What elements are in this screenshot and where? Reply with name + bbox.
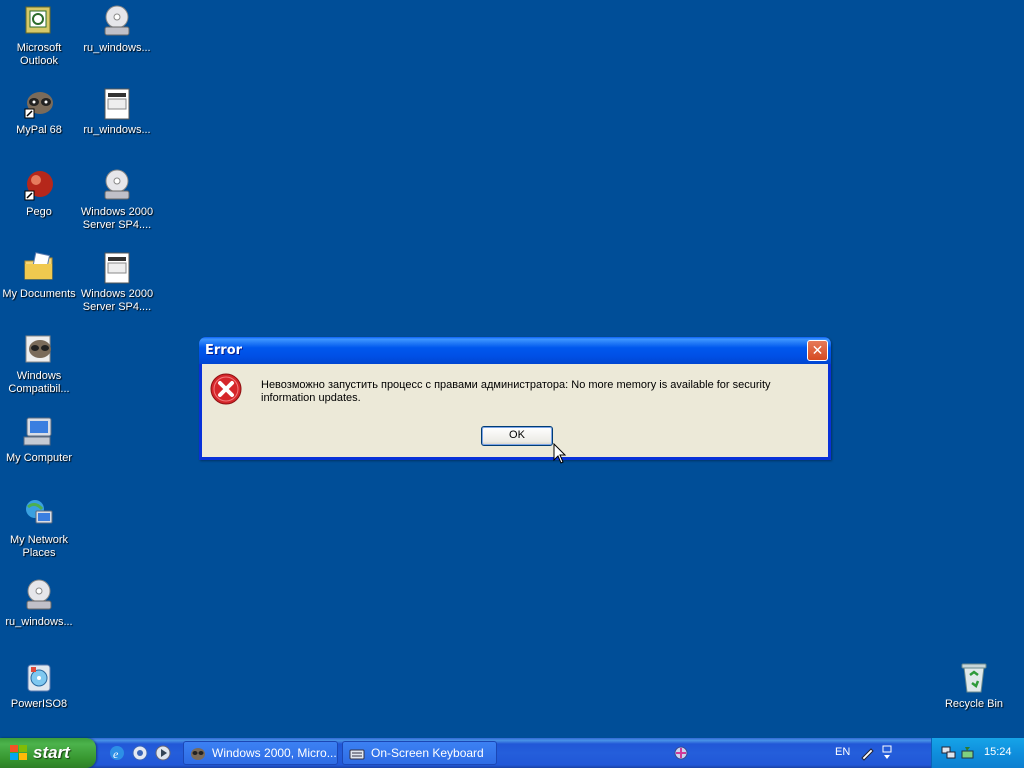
dialog-title: Error: [205, 343, 243, 358]
desktop-icon-mypal[interactable]: MyPal 68: [0, 85, 78, 137]
desktop-icon-label: Windows 2000 Server SP4....: [80, 206, 154, 231]
cd-drive-icon: [22, 579, 56, 613]
task-label: Windows 2000, Micro...: [212, 746, 337, 760]
taskbar-task-windows2000[interactable]: Windows 2000, Micro...: [183, 741, 338, 765]
ok-button[interactable]: OK: [481, 426, 553, 446]
pen-icon[interactable]: [859, 745, 875, 761]
media-player-icon[interactable]: [154, 744, 172, 762]
desktop-icon-pego[interactable]: Pego: [0, 167, 78, 219]
desktop-icon-label: Pego: [26, 206, 52, 218]
close-icon: ✕: [811, 342, 824, 358]
raccoon-icon: [22, 333, 56, 367]
dialog-message: Невозможно запустить процесс с правами а…: [261, 379, 771, 404]
desktop-icon-label: Windows 2000 Server SP4....: [80, 288, 154, 313]
taskbar-task-onscreen-keyboard[interactable]: On-Screen Keyboard: [342, 741, 497, 765]
document-window-icon: [100, 251, 134, 285]
desktop-icon-win2000-sp4-doc[interactable]: Windows 2000 Server SP4....: [78, 249, 156, 314]
desktop-icon-win2000-sp4-cd[interactable]: Windows 2000 Server SP4....: [78, 167, 156, 232]
network-connections-icon[interactable]: [941, 745, 956, 760]
options-icon[interactable]: [880, 744, 894, 760]
desktop-icon-label: My Documents: [2, 288, 76, 300]
network-status-icon[interactable]: [672, 744, 690, 762]
desktop-icon-label: Microsoft Outlook: [16, 42, 62, 67]
windows-flag-icon: [10, 745, 28, 761]
language-indicator[interactable]: EN: [835, 746, 850, 758]
safely-remove-hardware-icon[interactable]: [960, 745, 975, 760]
firefox-icon[interactable]: [131, 744, 149, 762]
desktop-icon-recycle-bin[interactable]: Recycle Bin: [935, 659, 1013, 711]
desktop-icon-label: PowerISO8: [10, 698, 68, 710]
desktop-icon-outlook[interactable]: Microsoft Outlook: [0, 3, 78, 68]
desktop-icon-poweriso[interactable]: PowerISO8: [0, 659, 78, 711]
cd-drive-icon: [100, 5, 134, 39]
pego-red-ball-icon: [22, 169, 56, 203]
taskbar: start e Windows 2000, Micro... On-Screen…: [0, 738, 1024, 768]
computer-icon: [22, 415, 56, 449]
desktop-icon-ru-windows-cd-2[interactable]: ru_windows...: [0, 577, 78, 629]
desktop-icon-label: Recycle Bin: [944, 698, 1004, 710]
svg-text:e: e: [113, 747, 119, 761]
recycle-bin-icon: [957, 661, 991, 695]
start-label: start: [33, 743, 70, 762]
network-icon: [22, 497, 56, 531]
keyboard-icon: [349, 746, 365, 760]
system-tray: 15:24: [931, 738, 1024, 768]
folder-icon: [22, 251, 56, 285]
desktop-icon-label: MyPal 68: [16, 124, 62, 136]
desktop-icon-my-computer[interactable]: My Computer: [0, 413, 78, 465]
document-window-icon: [100, 87, 134, 121]
desktop-icon-windows-compatibility[interactable]: Windows Compatibil...: [0, 331, 78, 396]
desktop-icon-ru-windows-cd-1[interactable]: ru_windows...: [78, 3, 156, 55]
close-button[interactable]: ✕: [807, 340, 828, 361]
desktop-icon-label: My Computer: [5, 452, 73, 464]
desktop-icon-label: ru_windows...: [83, 124, 151, 136]
desktop-icon-ru-windows-doc[interactable]: ru_windows...: [78, 85, 156, 137]
poweriso-icon: [22, 661, 56, 695]
desktop-icon-label: ru_windows...: [5, 616, 73, 628]
desktop-icon-label: ru_windows...: [83, 42, 151, 54]
cd-drive-icon: [100, 169, 134, 203]
ie-icon[interactable]: e: [108, 744, 126, 762]
start-button[interactable]: start: [0, 738, 96, 768]
desktop-icon-label: Windows Compatibil...: [8, 370, 70, 395]
clock[interactable]: 15:24: [984, 746, 1012, 758]
dialog-titlebar[interactable]: Error ✕: [199, 337, 831, 364]
outlook-icon: [22, 5, 56, 39]
desktop-icon-my-documents[interactable]: My Documents: [0, 249, 78, 301]
task-label: On-Screen Keyboard: [371, 746, 484, 760]
desktop-icon-label: My Network Places: [9, 534, 69, 559]
raccoon-icon: [190, 746, 206, 760]
mypal-raccoon-icon: [22, 87, 56, 121]
error-icon: [210, 373, 242, 405]
error-dialog: Error ✕ Невозможно запустить процесс с п…: [199, 337, 831, 460]
mouse-cursor-icon: [553, 442, 567, 465]
desktop-icon-my-network-places[interactable]: My Network Places: [0, 495, 78, 560]
dialog-body: Невозможно запустить процесс с правами а…: [202, 364, 828, 457]
